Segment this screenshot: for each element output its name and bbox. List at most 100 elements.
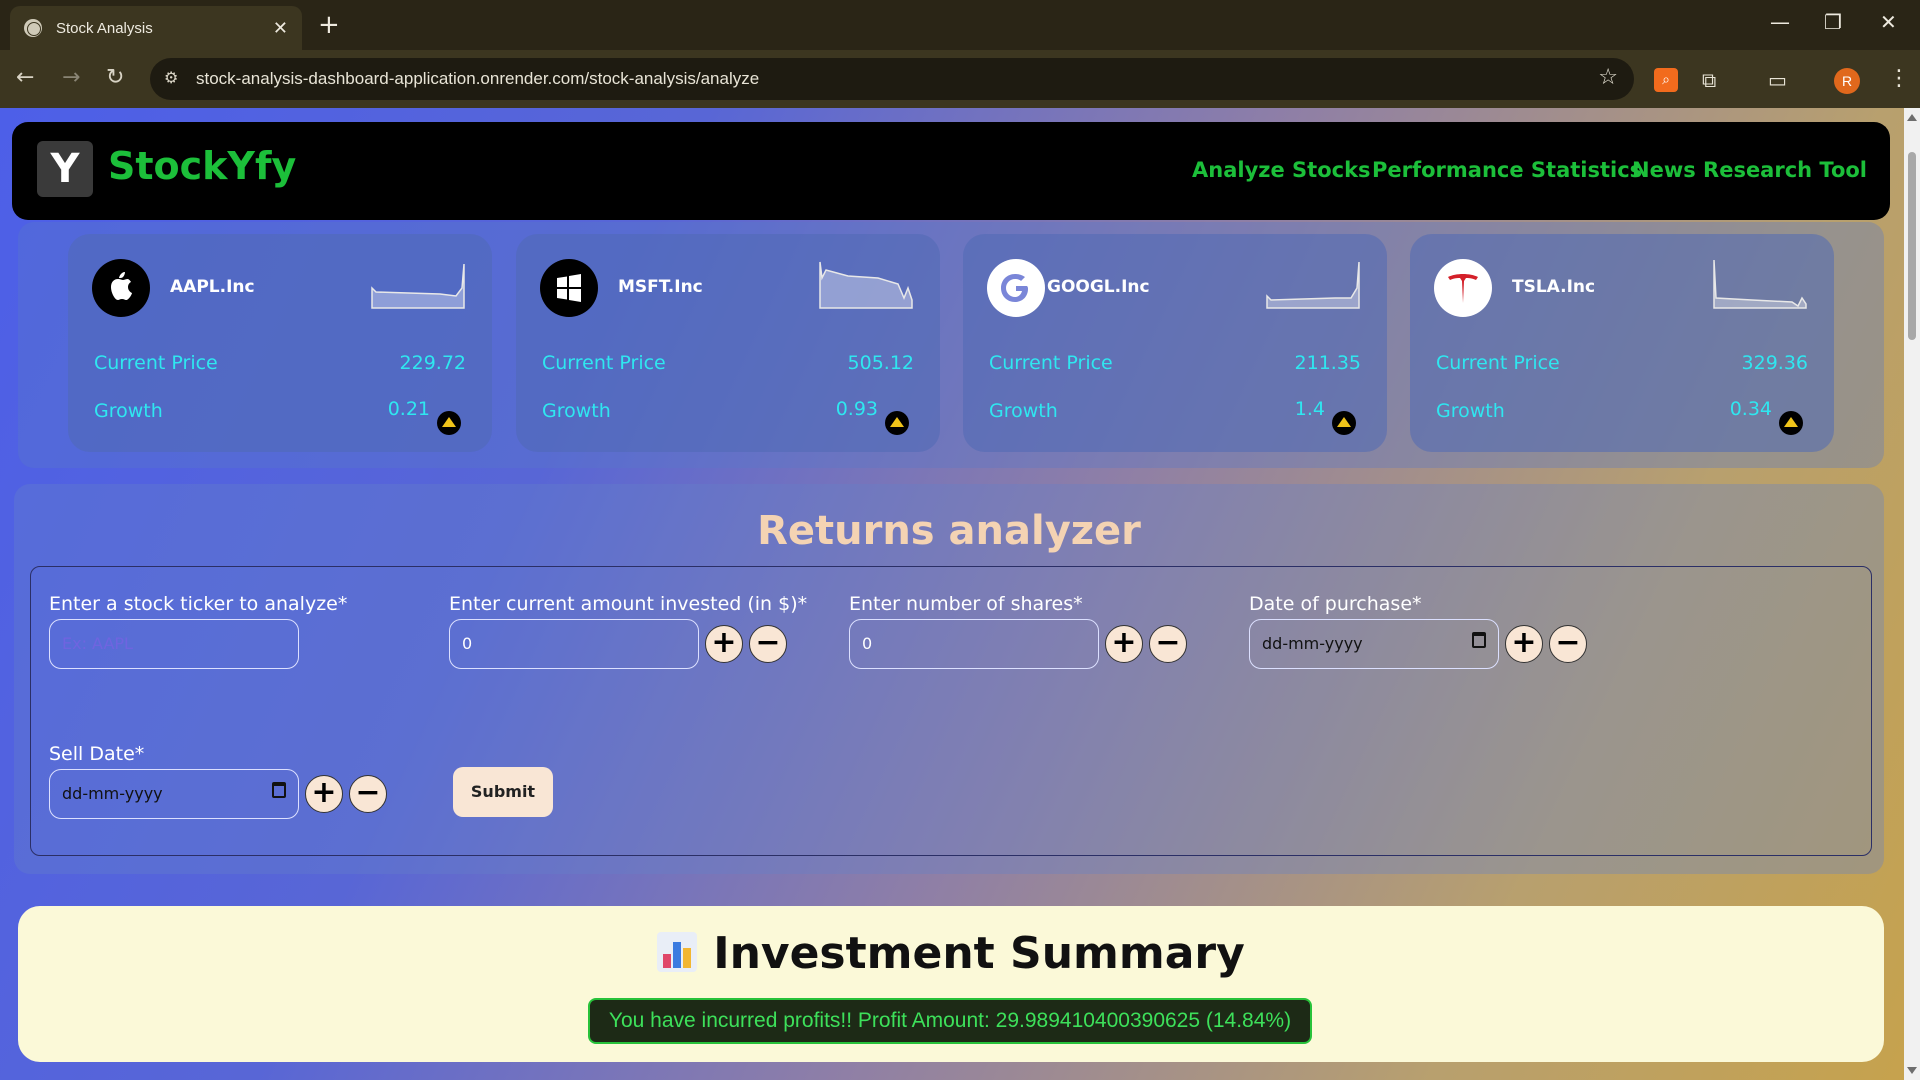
bar-chart-icon	[657, 932, 698, 972]
stock-card-aapl[interactable]: AAPL.Inc Current Price 229.72 Growth 0.2…	[68, 234, 492, 452]
sparkline-chart	[1713, 259, 1807, 309]
stock-ticker: MSFT.Inc	[618, 277, 703, 297]
sell-date-minus-button[interactable]: −	[349, 775, 387, 813]
growth-value: 1.4	[1294, 398, 1325, 420]
sparkline-chart	[371, 263, 465, 309]
page-viewport: Y StockYfy Analyze Stocks Performance St…	[0, 108, 1904, 1080]
current-price-value: 229.72	[399, 352, 466, 374]
purchase-date-input[interactable]: dd-mm-yyyy	[1249, 619, 1499, 669]
growth-value: 0.93	[835, 398, 878, 420]
ticker-input[interactable]: Ex: AAPL	[49, 619, 299, 669]
ticker-label: Enter a stock ticker to analyze*	[49, 593, 348, 615]
current-price-label: Current Price	[542, 352, 666, 374]
purchase-date-placeholder: dd-mm-yyyy	[1262, 634, 1363, 653]
bookmark-star-icon[interactable]: ☆	[1598, 65, 1618, 90]
amount-input[interactable]: 0	[449, 619, 699, 669]
new-tab-button[interactable]: +	[318, 10, 340, 40]
restore-icon[interactable]: ❐	[1824, 10, 1842, 34]
stock-card-googl[interactable]: GOOGL.Inc Current Price 211.35 Growth 1.…	[963, 234, 1387, 452]
tab-search-icon[interactable]: ▭	[1768, 68, 1792, 92]
profile-avatar[interactable]: R	[1834, 68, 1860, 94]
current-price-label: Current Price	[989, 352, 1113, 374]
forward-icon[interactable]: →	[62, 64, 80, 92]
tesla-icon	[1434, 259, 1492, 317]
growth-label: Growth	[989, 400, 1058, 422]
purchase-date-minus-button[interactable]: −	[1549, 625, 1587, 663]
sparkline-chart	[819, 261, 913, 309]
current-price-value: 505.12	[847, 352, 914, 374]
shares-input[interactable]: 0	[849, 619, 1099, 669]
nav-analyze-stocks[interactable]: Analyze Stocks	[1192, 158, 1371, 182]
reload-icon[interactable]: ↻	[106, 64, 124, 92]
growth-label: Growth	[1436, 400, 1505, 422]
apple-icon	[92, 259, 150, 317]
address-bar[interactable]: ⚙ stock-analysis-dashboard-application.o…	[150, 58, 1634, 100]
minimize-icon[interactable]: —	[1770, 10, 1790, 34]
scroll-down-icon[interactable]	[1907, 1067, 1917, 1074]
trend-up-icon	[1332, 411, 1356, 435]
extension-search-icon[interactable]: ⌕	[1654, 68, 1678, 92]
stock-ticker: GOOGL.Inc	[1047, 277, 1150, 297]
browser-tabstrip: Stock Analysis ✕ + — ❐ ✕	[0, 0, 1920, 50]
stock-card-tsla[interactable]: TSLA.Inc Current Price 329.36 Growth 0.3…	[1410, 234, 1834, 452]
page-scrollbar[interactable]	[1904, 108, 1920, 1080]
stock-card-msft[interactable]: MSFT.Inc Current Price 505.12 Growth 0.9…	[516, 234, 940, 452]
scroll-up-icon[interactable]	[1907, 114, 1917, 121]
amount-label: Enter current amount invested (in $)*	[449, 593, 808, 615]
sell-date-label: Sell Date*	[49, 743, 145, 765]
globe-icon	[24, 19, 42, 37]
growth-value: 0.34	[1729, 398, 1772, 420]
close-tab-icon[interactable]: ✕	[273, 18, 288, 39]
current-price-label: Current Price	[1436, 352, 1560, 374]
browser-toolbar: ← → ↻ ⚙ stock-analysis-dashboard-applica…	[0, 50, 1920, 108]
nav-news-research-tool[interactable]: News Research Tool	[1632, 158, 1867, 182]
windows-icon	[540, 259, 598, 317]
trend-up-icon	[885, 411, 909, 435]
purchase-date-label: Date of purchase*	[1249, 593, 1422, 615]
stock-ticker: AAPL.Inc	[170, 277, 255, 297]
sell-date-placeholder: dd-mm-yyyy	[62, 784, 163, 803]
site-logo[interactable]: Y	[37, 141, 93, 197]
investment-summary-panel: Investment Summary You have incurred pro…	[18, 906, 1884, 1062]
profit-result-message: You have incurred profits!! Profit Amoun…	[588, 998, 1312, 1044]
extensions-puzzle-icon[interactable]: ⧉	[1702, 68, 1726, 92]
sell-date-plus-button[interactable]: +	[305, 775, 343, 813]
growth-value: 0.21	[387, 398, 430, 420]
returns-analyzer-panel: Returns analyzer Enter a stock ticker to…	[14, 484, 1884, 874]
shares-plus-button[interactable]: +	[1105, 625, 1143, 663]
amount-minus-button[interactable]: −	[749, 625, 787, 663]
stock-ticker: TSLA.Inc	[1512, 277, 1596, 297]
current-price-label: Current Price	[94, 352, 218, 374]
tab-title: Stock Analysis	[56, 19, 153, 37]
current-price-value: 329.36	[1741, 352, 1808, 374]
calendar-icon[interactable]	[1472, 632, 1486, 648]
calendar-icon[interactable]	[272, 782, 286, 798]
close-window-icon[interactable]: ✕	[1880, 10, 1897, 34]
site-navbar: Y StockYfy Analyze Stocks Performance St…	[12, 122, 1890, 220]
growth-label: Growth	[94, 400, 163, 422]
sparkline-chart	[1266, 261, 1360, 309]
trend-up-icon	[1779, 411, 1803, 435]
growth-label: Growth	[542, 400, 611, 422]
sell-date-input[interactable]: dd-mm-yyyy	[49, 769, 299, 819]
browser-tab[interactable]: Stock Analysis ✕	[10, 6, 302, 50]
shares-minus-button[interactable]: −	[1149, 625, 1187, 663]
shares-label: Enter number of shares*	[849, 593, 1083, 615]
purchase-date-plus-button[interactable]: +	[1505, 625, 1543, 663]
scrollbar-thumb[interactable]	[1908, 152, 1916, 340]
analyzer-form: Enter a stock ticker to analyze* Ex: AAP…	[30, 566, 1872, 856]
nav-performance-statistics[interactable]: Performance Statistics	[1372, 158, 1642, 182]
summary-heading: Investment Summary	[18, 928, 1884, 979]
brand-name[interactable]: StockYfy	[108, 144, 296, 188]
summary-title: Investment Summary	[713, 928, 1245, 979]
current-price-value: 211.35	[1294, 352, 1361, 374]
analyzer-title: Returns analyzer	[757, 508, 1141, 554]
url-text[interactable]: stock-analysis-dashboard-application.onr…	[196, 69, 759, 89]
google-icon	[987, 259, 1045, 317]
trend-up-icon	[437, 411, 461, 435]
submit-button[interactable]: Submit	[453, 767, 553, 817]
amount-plus-button[interactable]: +	[705, 625, 743, 663]
menu-kebab-icon[interactable]: ⋮	[1888, 66, 1910, 91]
site-info-icon[interactable]: ⚙	[164, 68, 178, 87]
back-icon[interactable]: ←	[16, 64, 34, 92]
